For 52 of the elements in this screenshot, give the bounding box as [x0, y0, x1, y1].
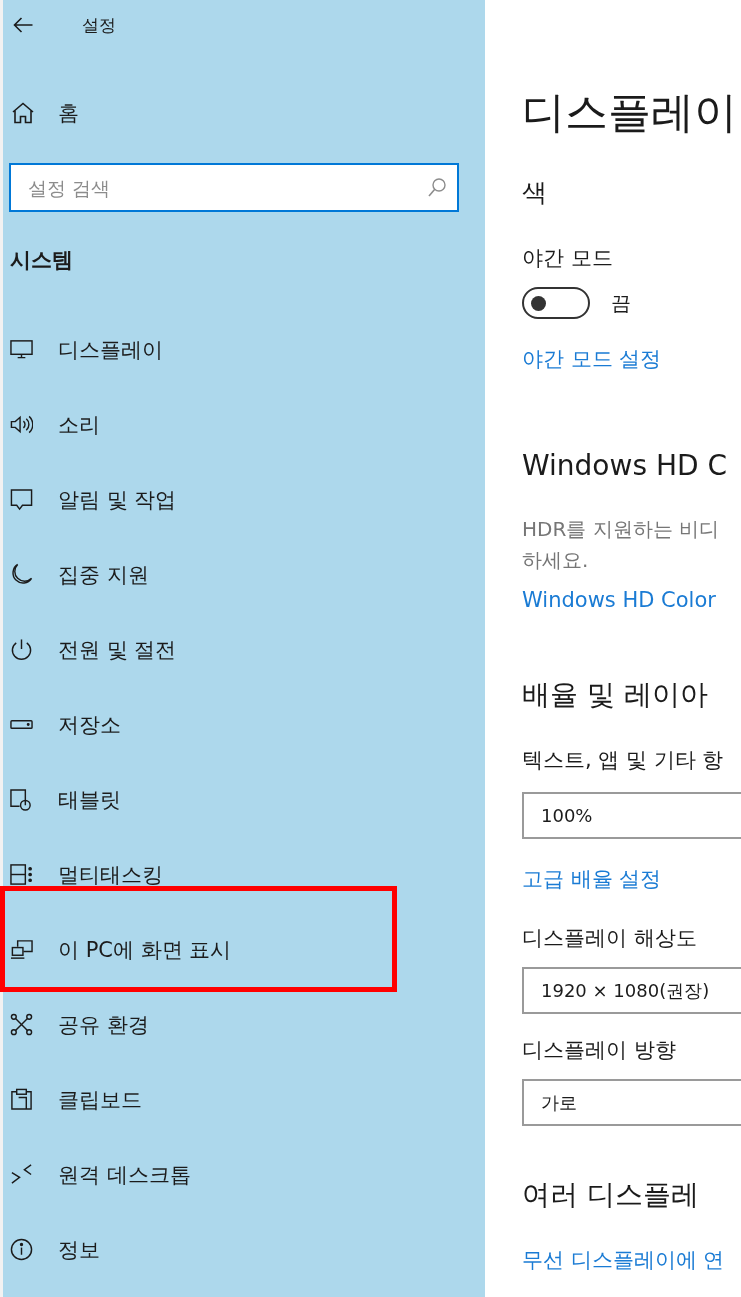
settings-link[interactable]: Windows HD Color — [522, 586, 716, 614]
info-icon — [10, 1238, 33, 1261]
sidebar-item[interactable]: 소리 — [10, 387, 485, 462]
screens-icon — [10, 938, 33, 961]
settings-link[interactable]: 고급 배율 설정 — [522, 865, 662, 893]
dropdown[interactable]: 가로 — [522, 1079, 741, 1126]
sidebar-item[interactable]: 정보 — [10, 1212, 485, 1287]
home-item[interactable]: 홈 — [10, 88, 485, 138]
dropdown[interactable]: 100% — [522, 792, 741, 839]
sidebar-item[interactable]: 디스플레이 — [10, 312, 485, 387]
search-field[interactable]: 설정 검색 — [9, 163, 459, 212]
section-title: 시스템 — [10, 247, 74, 274]
monitor-icon — [10, 338, 33, 361]
chat-bubble-icon — [10, 488, 33, 511]
sidebar-item[interactable]: 저장소 — [10, 687, 485, 762]
page-title: 디스플레이 — [522, 87, 737, 137]
search-icon — [428, 178, 446, 197]
power-icon — [10, 638, 33, 661]
settings-link[interactable]: 무선 디스플레이에 연 — [522, 1246, 725, 1274]
toggle-label: 야간 모드 — [522, 245, 613, 272]
app-title: 설정 — [82, 14, 116, 37]
nodes-icon — [10, 1013, 33, 1036]
dropdown-label: 디스플레이 방향 — [522, 1037, 676, 1064]
sidebar-item[interactable]: 전원 및 절전 — [10, 612, 485, 687]
back-button[interactable] — [12, 16, 34, 34]
settings-link[interactable]: 야간 모드 설정 — [522, 345, 662, 373]
dropdown-label: 디스플레이 해상도 — [522, 925, 697, 952]
section-heading: Windows HD C — [522, 449, 727, 483]
sidebar-item[interactable]: 원격 데스크톱 — [10, 1137, 485, 1212]
sidebar-item[interactable]: 멀티태스킹 — [10, 837, 485, 912]
dropdown-label: 텍스트, 앱 및 기타 항 — [522, 747, 724, 774]
description-text: HDR를 지원하는 비디 하세요. — [522, 516, 720, 574]
stacked-windows-icon — [10, 863, 33, 886]
toggle-state: 끔 — [611, 290, 631, 317]
sidebar-item[interactable]: 알림 및 작업 — [10, 462, 485, 537]
sidebar-item[interactable]: 집중 지원 — [10, 537, 485, 612]
section-heading: 색 — [522, 177, 547, 209]
home-icon — [12, 102, 34, 124]
moon-icon — [10, 563, 33, 586]
section-heading: 배율 및 레이아 — [522, 678, 708, 712]
sidebar-item[interactable]: 클립보드 — [10, 1062, 485, 1137]
back-arrow-icon — [13, 17, 33, 33]
section-heading: 여러 디스플레 — [522, 1178, 699, 1212]
tablet-icon — [10, 788, 33, 811]
toggle-switch[interactable] — [522, 287, 590, 319]
sidebar-item[interactable]: 태블릿 — [10, 762, 485, 837]
sidebar-item[interactable]: 공유 환경 — [10, 987, 485, 1062]
dropdown[interactable]: 1920 × 1080(권장) — [522, 967, 741, 1014]
chevrons-icon — [10, 1163, 33, 1186]
speaker-icon — [10, 413, 33, 436]
sidebar-item[interactable]: 이 PC에 화면 표시 — [10, 912, 485, 987]
clipboard-icon — [10, 1088, 33, 1111]
